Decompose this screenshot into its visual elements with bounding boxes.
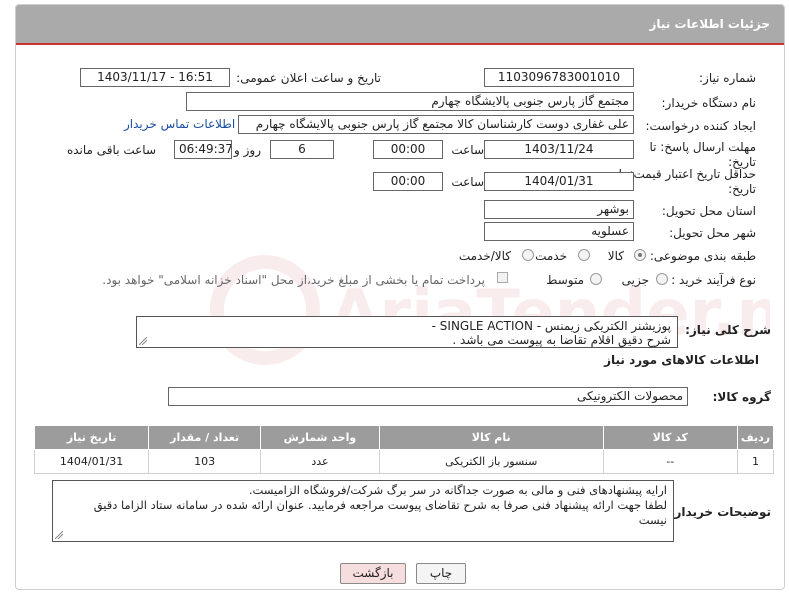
cell-date: 1404/01/31 <box>33 449 150 474</box>
process-medium-radio[interactable] <box>590 273 602 285</box>
goods-group-label: گروه کالا: <box>712 390 771 404</box>
category-both-label: کالا/خدمت <box>458 249 511 263</box>
col-code: کد کالا <box>602 425 738 450</box>
goods-section-title: اطلاعات کالاهای مورد نیاز <box>604 353 759 367</box>
city-label: شهر محل تحویل: <box>669 226 756 240</box>
need-number-label: شماره نیاز: <box>699 71 756 85</box>
city-field: عسلویه <box>484 222 634 241</box>
category-service-radio[interactable] <box>578 249 590 261</box>
buyer-notes-line-2: لطفا جهت ارائه پیشنهاد فنی صرفا به شرح ت… <box>93 498 667 512</box>
category-goods-radio[interactable] <box>634 249 646 261</box>
cell-unit: عدد <box>260 449 380 474</box>
cell-code: -- <box>602 449 738 474</box>
cell-qty: 103 <box>148 449 262 474</box>
page-title: جزئیات اطلاعات نیاز <box>16 5 784 45</box>
need-number-field: 1103096783001010 <box>484 68 634 87</box>
creator-field: علی غفاری دوست کارشناسان کالا مجتمع گاز … <box>238 115 634 134</box>
category-goods-label: کالا <box>607 249 624 263</box>
col-name: نام کالا <box>378 425 604 450</box>
items-table: ردیف کد کالا نام کالا واحد شمارش تعداد /… <box>33 425 775 474</box>
treasury-payment-note: پرداخت تمام یا بخشی از مبلغ خرید،از محل … <box>102 273 485 287</box>
announce-field: 1403/11/17 - 16:51 <box>80 68 230 87</box>
description-line-2: شرح دقیق اقلام تقاضا به پیوست می باشد . <box>452 333 671 347</box>
back-button[interactable]: بازگشت <box>340 563 406 584</box>
cell-row: 1 <box>736 449 775 474</box>
col-qty: تعداد / مقدار <box>148 425 262 450</box>
col-row: ردیف <box>736 425 775 450</box>
deadline-label: مهلت ارسال پاسخ: تا <box>649 140 756 154</box>
days-field: 6 <box>270 140 334 159</box>
buyer-notes-line-3: نیست <box>638 513 667 527</box>
announce-label: تاریخ و ساعت اعلان عمومی: <box>236 71 381 85</box>
category-both-radio[interactable] <box>522 249 534 261</box>
deadline-time-label: ساعت <box>451 143 484 157</box>
remaining-time-field: 06:49:37 <box>174 140 232 159</box>
process-label: نوع فرآیند خرید : <box>671 273 756 287</box>
resize-grip-icon[interactable] <box>55 531 63 539</box>
description-textarea[interactable]: پوزیشنر الکتریکی زیمنس - SINGLE ACTION -… <box>136 316 678 348</box>
validity-time-field: 00:00 <box>373 172 443 191</box>
print-button[interactable]: چاپ <box>416 563 466 584</box>
buyer-notes-line-1: ارایه پیشنهادهای فنی و مالی به صورت جداگ… <box>248 483 667 497</box>
process-medium-label: متوسط <box>546 273 584 287</box>
description-line-1: پوزیشنر الکتریکی زیمنس - SINGLE ACTION - <box>431 319 671 333</box>
buyer-contact-link[interactable]: اطلاعات تماس خریدار <box>124 117 235 131</box>
validity-label-date: تاریخ: <box>728 182 756 196</box>
buyer-field: مجتمع گاز پارس جنوبی پالایشگاه چهارم <box>186 92 634 111</box>
validity-date-field: 1404/01/31 <box>484 172 634 191</box>
buyer-label: نام دستگاه خریدار: <box>661 96 757 110</box>
creator-label: ایجاد کننده درخواست: <box>645 119 756 133</box>
validity-label: حداقل تاریخ اعتبار قیمت: تا <box>618 167 756 181</box>
category-label: طبقه بندی موضوعی: <box>649 249 756 263</box>
province-label: استان محل تحویل: <box>661 204 756 218</box>
validity-time-label: ساعت <box>451 175 484 189</box>
treasury-payment-checkbox[interactable] <box>497 272 508 283</box>
process-minor-radio[interactable] <box>656 273 668 285</box>
province-field: بوشهر <box>484 200 634 219</box>
col-unit: واحد شمارش <box>260 425 380 450</box>
description-label: شرح کلی نیاز: <box>685 323 771 337</box>
process-minor-label: جزیی <box>621 273 649 287</box>
resize-grip-icon[interactable] <box>139 337 147 345</box>
col-date: تاریخ نیاز <box>33 425 150 450</box>
table-row: 1 -- سنسور باز الکتریکی عدد 103 1404/01/… <box>33 449 775 474</box>
table-header-row: ردیف کد کالا نام کالا واحد شمارش تعداد /… <box>33 425 775 450</box>
goods-group-field: محصولات الکترونیکی <box>168 387 688 406</box>
cell-name: سنسور باز الکتریکی <box>378 449 604 474</box>
buyer-notes-textarea[interactable]: ارایه پیشنهادهای فنی و مالی به صورت جداگ… <box>52 480 674 542</box>
remaining-label: ساعت باقی مانده <box>66 143 156 157</box>
deadline-date-field: 1403/11/24 <box>484 140 634 159</box>
buyer-notes-label: توضیحات خریدار: <box>669 505 771 519</box>
category-service-label: خدمت <box>535 249 567 263</box>
days-label: روز و <box>234 143 261 157</box>
deadline-time-field: 00:00 <box>373 140 443 159</box>
